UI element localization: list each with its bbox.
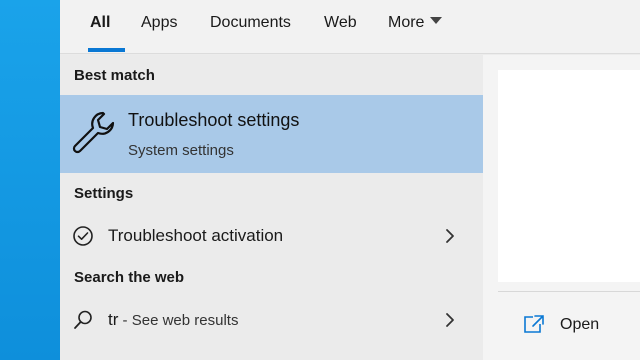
active-tab-indicator	[88, 48, 125, 52]
tab-more[interactable]: More	[388, 12, 443, 34]
open-label: Open	[560, 316, 600, 333]
results-list: Best match Troubleshoot settings System …	[60, 55, 483, 360]
best-match-result[interactable]: Troubleshoot settings System settings	[60, 95, 483, 173]
section-header-settings: Settings	[74, 185, 134, 202]
tab-web[interactable]: Web	[324, 12, 357, 34]
web-query: tr	[108, 310, 119, 329]
section-header-search-web: Search the web	[74, 269, 185, 286]
preview-card	[498, 70, 640, 282]
web-search-result[interactable]: tr - See web results	[60, 300, 483, 340]
check-circle-icon	[73, 226, 93, 246]
preview-divider	[498, 291, 640, 292]
open-button[interactable]: Open	[523, 312, 640, 342]
list-item-label: Troubleshoot activation	[108, 226, 284, 245]
best-match-subtitle: System settings	[128, 142, 234, 159]
caret-down-icon	[430, 17, 443, 25]
preview-pane: Open	[483, 55, 640, 360]
list-item-troubleshoot-activation[interactable]: Troubleshoot activation	[60, 216, 483, 256]
tab-documents[interactable]: Documents	[210, 12, 291, 34]
section-header-best-match: Best match	[74, 67, 155, 84]
web-query-suffix: - See web results	[118, 312, 239, 329]
chevron-right-icon[interactable]	[444, 311, 456, 329]
tab-more-label: More	[388, 14, 425, 31]
tab-all[interactable]: All	[90, 12, 110, 34]
desktop-background	[0, 0, 60, 360]
wrench-icon	[72, 111, 115, 154]
chevron-right-icon[interactable]	[444, 227, 456, 245]
tab-apps[interactable]: Apps	[141, 12, 177, 34]
search-panel: All Apps Documents Web More Best match T…	[60, 0, 640, 360]
search-icon	[74, 310, 92, 329]
open-external-icon	[524, 315, 544, 333]
web-result-text: tr - See web results	[108, 310, 238, 330]
search-tabs: All Apps Documents Web More	[60, 0, 640, 54]
best-match-title: Troubleshoot settings	[128, 110, 300, 130]
